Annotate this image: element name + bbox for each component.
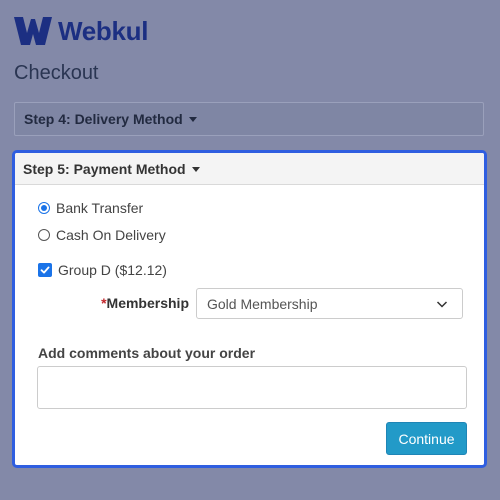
step-delivery-method-label: Step 4: Delivery Method — [24, 111, 183, 127]
payment-option-cash-on-delivery[interactable]: Cash On Delivery — [38, 227, 166, 243]
radio-unselected-icon[interactable] — [38, 229, 50, 241]
step-payment-method-label: Step 5: Payment Method — [23, 160, 186, 177]
payment-option-label: Cash On Delivery — [56, 227, 166, 243]
page-title: Checkout — [14, 62, 99, 84]
continue-button[interactable]: Continue — [386, 422, 467, 455]
brand-name: Webkul — [58, 15, 149, 46]
checkmark-icon — [40, 266, 50, 274]
brand-logo[interactable]: Webkul — [14, 16, 148, 46]
membership-label: *Membership — [95, 295, 189, 311]
checkbox-checked-icon[interactable] — [38, 263, 52, 277]
group-d-label: Group D ($12.12) — [58, 262, 167, 278]
membership-select-value: Gold Membership — [207, 295, 318, 312]
chevron-down-icon — [436, 301, 448, 308]
step-delivery-method-header[interactable]: Step 4: Delivery Method — [14, 102, 484, 136]
caret-down-icon — [188, 117, 197, 122]
payment-option-label: Bank Transfer — [56, 200, 144, 216]
radio-selected-icon[interactable] — [38, 202, 50, 214]
membership-select[interactable]: Gold Membership — [196, 288, 463, 319]
comments-textarea[interactable] — [37, 366, 467, 409]
group-d-checkbox-row[interactable]: Group D ($12.12) — [38, 262, 167, 278]
comments-label: Add comments about your order — [38, 345, 256, 361]
caret-down-icon — [191, 166, 200, 172]
payment-option-bank-transfer[interactable]: Bank Transfer — [38, 200, 143, 216]
step-payment-method-header[interactable]: Step 5: Payment Method — [15, 153, 484, 185]
membership-label-text: Membership — [106, 295, 189, 311]
payment-method-panel: Step 5: Payment Method Bank Transfer Cas… — [12, 150, 487, 468]
webkul-logo-icon — [14, 17, 52, 45]
